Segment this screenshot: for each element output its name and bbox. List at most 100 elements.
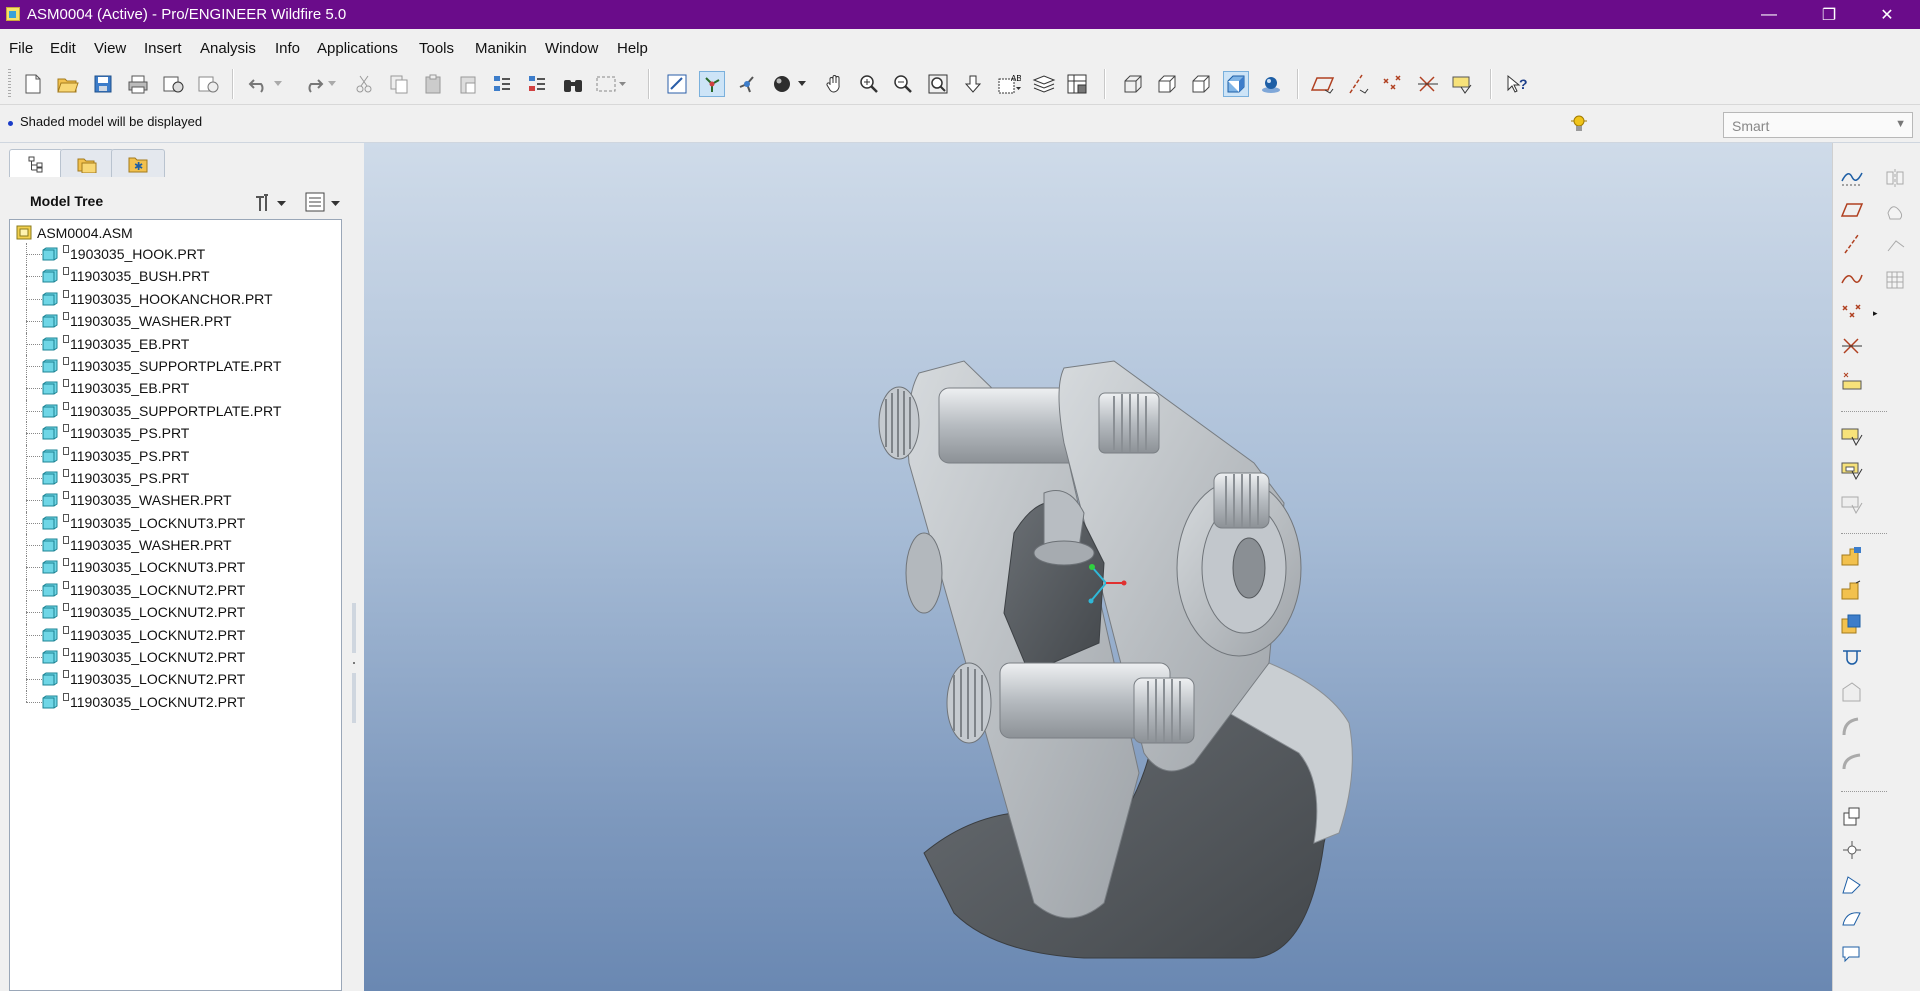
mirror-component-icon[interactable] (1839, 543, 1865, 569)
open-icon[interactable] (55, 71, 81, 97)
regenerate-manager-icon[interactable] (525, 71, 551, 97)
status-lamp-icon[interactable] (1570, 113, 1588, 135)
copy-icon[interactable] (386, 71, 412, 97)
cut-icon[interactable] (351, 71, 377, 97)
zoom-out-icon[interactable] (890, 71, 916, 97)
sketch-tool-icon[interactable] (1839, 163, 1865, 189)
tree-root-assembly[interactable]: ASM0004.ASM (16, 223, 133, 243)
surface-tool-icon[interactable] (1839, 939, 1865, 965)
context-help-icon[interactable]: ? (1504, 71, 1530, 97)
graphics-window[interactable] (364, 143, 1832, 991)
shading-icon[interactable] (1223, 71, 1249, 97)
draft-tool-icon[interactable] (1839, 803, 1865, 829)
model-tree[interactable]: ASM0004.ASM 1903035_HOOK.PRT 11903035_BUS… (9, 219, 342, 991)
trim-tool-icon[interactable] (1883, 233, 1909, 259)
selection-filter-dropdown[interactable]: Smart ▼ (1723, 112, 1913, 138)
tree-item[interactable]: 11903035_PS.PRT (10, 444, 340, 467)
folder-browser-tab[interactable] (60, 149, 114, 177)
datum-planes-icon[interactable] (1310, 71, 1336, 97)
toolbar-grip[interactable] (8, 69, 11, 99)
sweep-tool-icon[interactable] (1839, 747, 1865, 773)
datum-axis-tool-icon[interactable] (1839, 231, 1865, 257)
undo-dropdown-icon[interactable] (272, 71, 284, 97)
menu-info[interactable]: Info (275, 40, 300, 57)
orient-mode-icon[interactable] (734, 71, 760, 97)
menu-file[interactable]: File (9, 40, 33, 57)
appearance-dropdown-icon[interactable] (796, 71, 808, 97)
tree-item[interactable]: 11903035_LOCKNUT2.PRT (10, 601, 340, 624)
menu-view[interactable]: View (94, 40, 126, 57)
tree-columns-icon[interactable] (304, 191, 344, 216)
merge-tool-icon[interactable] (1883, 199, 1909, 225)
wireframe-icon[interactable] (1120, 71, 1146, 97)
minimize-button[interactable]: — (1746, 0, 1792, 29)
menu-tools[interactable]: Tools (419, 40, 454, 57)
spin-center-icon[interactable] (699, 71, 725, 97)
chamfer-tool-icon[interactable] (1839, 713, 1865, 739)
email-icon[interactable] (160, 71, 186, 97)
menu-manikin[interactable]: Manikin (475, 40, 527, 57)
datum-point-tool-icon[interactable] (1839, 299, 1865, 325)
expand-arrow-icon[interactable]: ▸ (1873, 308, 1878, 319)
annotations-icon[interactable] (1450, 71, 1476, 97)
tree-item[interactable]: 1903035_HOOK.PRT (10, 243, 340, 266)
paste-special-icon[interactable] (455, 71, 481, 97)
appearance-icon[interactable] (770, 71, 796, 97)
extrude-tool-icon[interactable] (1839, 611, 1865, 637)
close-button[interactable]: ✕ (1864, 0, 1910, 29)
no-hidden-icon[interactable] (1188, 71, 1214, 97)
coordinate-systems-icon[interactable] (1415, 71, 1441, 97)
menu-help[interactable]: Help (617, 40, 648, 57)
panel-splitter[interactable] (352, 603, 356, 723)
tree-item[interactable]: 11903035_SUPPORTPLATE.PRT (10, 354, 340, 378)
datum-curve-tool-icon[interactable] (1839, 265, 1865, 291)
tree-item[interactable]: 11903035_EB.PRT (10, 332, 340, 355)
mirror-tool-icon[interactable] (1883, 165, 1909, 191)
hole-tool-icon[interactable] (1839, 577, 1865, 603)
saved-views-icon[interactable]: AB (996, 71, 1022, 97)
tree-item[interactable]: 11903035_SUPPORTPLATE.PRT (10, 399, 340, 423)
refit-icon[interactable] (925, 71, 951, 97)
tree-item[interactable]: 11903035_LOCKNUT3.PRT (10, 511, 340, 535)
package-component-icon[interactable] (1839, 491, 1865, 517)
redo-dropdown-icon[interactable] (326, 71, 338, 97)
create-component-icon[interactable] (1839, 457, 1865, 483)
tree-item[interactable]: 11903035_WASHER.PRT (10, 489, 340, 512)
select-box-icon[interactable] (594, 71, 628, 97)
save-icon[interactable] (90, 71, 116, 97)
menu-window[interactable]: Window (545, 40, 598, 57)
new-icon[interactable] (20, 71, 46, 97)
datum-plane-tool-icon[interactable] (1839, 197, 1865, 223)
revolve-tool-icon[interactable] (1839, 645, 1865, 671)
layers-icon[interactable] (1031, 71, 1057, 97)
datum-points-icon[interactable] (1380, 71, 1406, 97)
analysis-feature-icon[interactable] (1839, 367, 1865, 393)
round-tool-icon[interactable] (1839, 679, 1865, 705)
datum-axes-icon[interactable] (1345, 71, 1371, 97)
tree-item[interactable]: 11903035_EB.PRT (10, 377, 340, 400)
tree-item[interactable]: 11903035_BUSH.PRT (10, 265, 340, 288)
regenerate-icon[interactable] (490, 71, 516, 97)
tree-item[interactable]: 11903035_PS.PRT (10, 466, 340, 490)
redo-icon[interactable] (300, 71, 326, 97)
pan-icon[interactable] (822, 71, 848, 97)
menu-applications[interactable]: Applications (317, 40, 398, 57)
email-link-icon[interactable] (195, 71, 221, 97)
table-pattern-icon[interactable] (1883, 267, 1909, 293)
reorient-icon[interactable] (960, 71, 986, 97)
tree-item[interactable]: 11903035_LOCKNUT2.PRT (10, 690, 340, 713)
restore-button[interactable]: ❐ (1806, 0, 1852, 29)
tree-item[interactable]: 11903035_HOOKANCHOR.PRT (10, 287, 340, 311)
repaint-icon[interactable] (664, 71, 690, 97)
model-tree-tab[interactable] (9, 149, 63, 177)
tree-settings-icon[interactable] (253, 191, 289, 216)
find-icon[interactable] (560, 71, 586, 97)
view-manager-icon[interactable] (1065, 71, 1091, 97)
zoom-in-icon[interactable] (856, 71, 882, 97)
tree-item[interactable]: 11903035_LOCKNUT2.PRT (10, 578, 340, 602)
enhanced-realism-icon[interactable] (1258, 71, 1284, 97)
menu-insert[interactable]: Insert (144, 40, 182, 57)
tree-item[interactable]: 11903035_LOCKNUT2.PRT (10, 646, 340, 669)
tree-item[interactable]: 11903035_LOCKNUT2.PRT (10, 668, 340, 691)
print-icon[interactable] (125, 71, 151, 97)
